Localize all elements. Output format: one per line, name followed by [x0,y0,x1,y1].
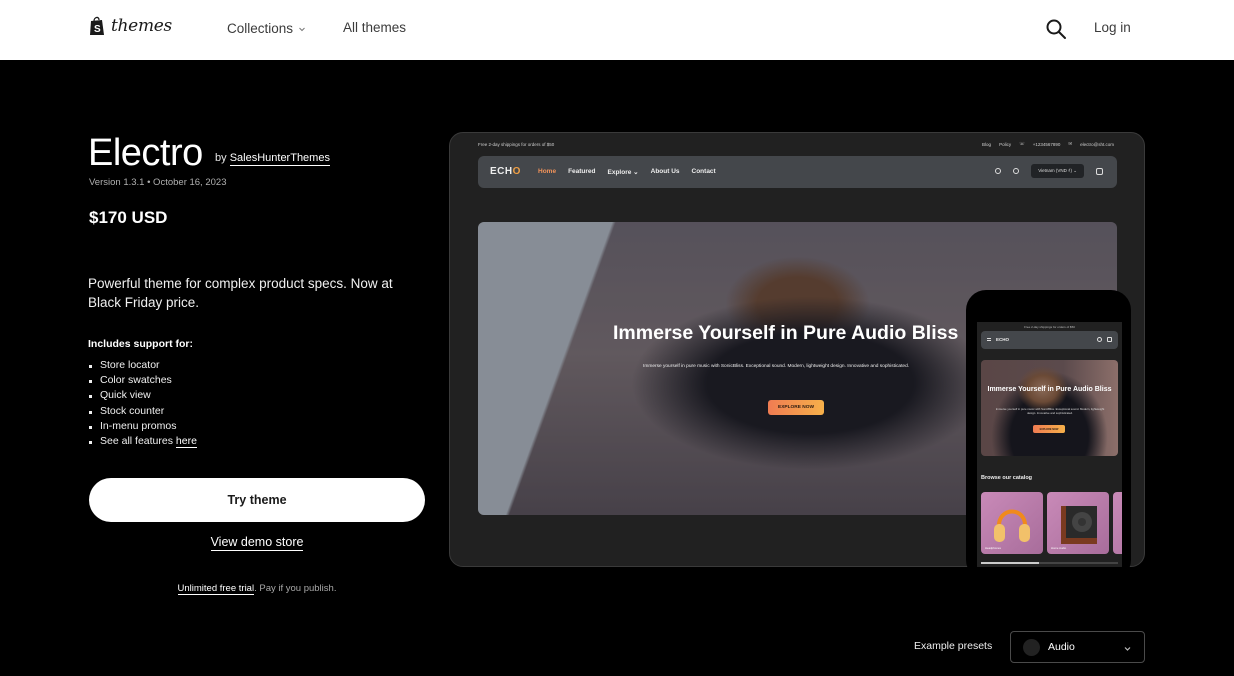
preview-logo-text: ECH [490,166,513,177]
preview-logo: ECHO [490,166,521,177]
preview-navbar: ECHO Home Featured Explore ⌄ About Us Co… [478,156,1117,188]
preview-phone: +1234567890 [1032,141,1061,147]
nav-collections[interactable]: Collections [227,21,306,36]
preset-select[interactable]: Audio [1010,631,1145,663]
byline-prefix: by [215,152,227,164]
mobile-hero-title: Immerse Yourself in Pure Audio Bliss [987,386,1112,393]
preview-menu-explore-label: Explore [607,169,632,176]
preview-policy-link: Policy [999,141,1012,147]
preview-top-links: Blog Policy ☏ +1234567890 ✉ electro@sht.… [982,141,1114,147]
mobile-carousel-scrollbar [981,562,1118,564]
feature-item: Stock counter [88,404,197,419]
mobile-catalog-card [1113,492,1122,554]
nav-collections-label: Collections [227,21,294,36]
view-demo-store-link[interactable]: View demo store [89,535,425,551]
feature-item: Color swatches [88,373,197,388]
logo-text: themes [111,16,172,36]
preview-menu-about: About Us [650,168,680,175]
login-link[interactable]: Log in [1094,20,1131,35]
mobile-preview-screen: Free 2-day shippings for orders of $50 E… [977,322,1122,567]
free-trial-link[interactable]: Unlimited free trial [177,583,255,595]
example-presets-label: Example presets [914,640,993,652]
mobile-logo: ECHO [996,337,1010,342]
mobile-catalog-title: Browse our catalog [981,475,1033,481]
preview-hero-title: Immerse Yourself in Pure Audio Bliss [613,322,959,344]
feature-item: In-menu promos [88,419,197,434]
headphones-icon [994,509,1030,542]
chevron-down-icon [1124,647,1131,651]
trial-suffix: . Pay if you publish. [254,583,337,594]
search-icon[interactable] [1045,18,1067,40]
mobile-search-icon [1097,337,1102,342]
preview-account-icon [1013,168,1020,174]
shopify-bag-icon: S [90,16,104,35]
theme-price: $170 USD [89,208,168,227]
see-all-prefix: See all features [100,435,176,448]
nav-all-themes[interactable]: All themes [343,20,406,35]
mobile-navbar: ECHO [981,331,1118,349]
feature-item: Quick view [88,388,197,403]
view-demo-store-label: View demo store [210,535,304,551]
top-navigation-bar: S themes Collections All themes Log in [0,0,1234,60]
preview-cart-icon [1096,167,1103,175]
speaker-icon [1061,506,1097,544]
shopify-themes-logo[interactable]: S themes [89,16,172,36]
author-link[interactable]: SalesHunterThemes [229,152,330,166]
preview-menu: Home Featured Explore ⌄ About Us Contact [538,168,716,176]
feature-item-all: See all features here [88,434,197,449]
preview-logo-accent: O [512,166,521,177]
preview-currency-value: Vietnam (VND ₫) [1038,168,1072,173]
preview-hero-subtitle: Immerse yourself in pure music with Soni… [643,364,910,369]
preview-menu-home: Home [538,168,557,175]
nav-all-themes-label: All themes [343,20,407,35]
mail-icon: ✉ [1068,141,1073,146]
theme-description: Powerful theme for complex product specs… [88,276,393,310]
preview-menu-contact: Contact [691,168,716,175]
mobile-cart-icon [1107,337,1112,342]
preset-color-swatch [1023,638,1040,656]
mobile-hero-subtitle: Immerse yourself in pure music with Soni… [995,407,1105,415]
chevron-down-icon [299,27,305,31]
see-all-features-link[interactable]: here [175,435,197,449]
preview-explore-button: EXPLORE NOW [768,400,824,415]
try-theme-button[interactable]: Try theme [89,478,425,522]
svg-text:S: S [94,24,101,35]
mobile-catalog-card-label: Home Audio [1051,546,1067,550]
version-info: Version 1.3.1 • October 16, 2023 [89,177,227,188]
mobile-catalog-card-label: Headphones [985,546,1001,550]
mobile-hero-banner: Immerse Yourself in Pure Audio Bliss Imm… [981,360,1118,456]
preset-selected-value: Audio [1048,641,1075,653]
feature-item: Store locator [88,358,197,373]
hamburger-icon [987,338,991,341]
trial-note: Unlimited free trial. Pay if you publish… [89,583,425,595]
feature-list: Store locator Color swatches Quick view … [88,358,197,449]
mobile-explore-button: EXPLORE NOW [1033,425,1065,433]
theme-title: Electro [88,132,203,174]
mobile-catalog-card: Home Audio [1047,492,1109,554]
preview-nav-actions: Vietnam (VND ₫) ⌄ [995,164,1103,178]
preview-currency-select: Vietnam (VND ₫) ⌄ [1031,164,1084,178]
preview-email: electro@sht.com [1080,141,1114,147]
mobile-announcement: Free 2-day shippings for orders of $50 [1024,325,1075,329]
preview-search-icon [995,168,1002,174]
preview-menu-explore: Explore ⌄ [607,169,639,176]
phone-icon: ☏ [1019,141,1025,146]
preview-announcement: Free 2-day shippings for orders of $50 [478,142,555,147]
mobile-catalog-card: Headphones [981,492,1043,554]
preview-menu-featured: Featured [568,168,596,175]
includes-heading: Includes support for: [88,338,193,350]
preview-blog-link: Blog [982,141,992,147]
theme-byline: by SalesHunterThemes [215,152,330,166]
